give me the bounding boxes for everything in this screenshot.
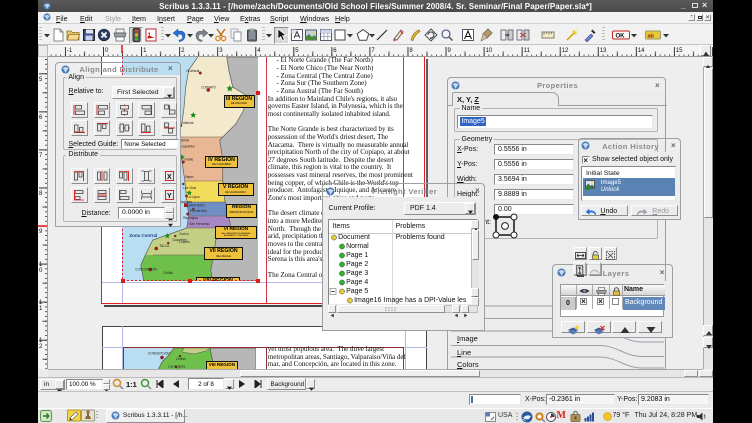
svg-text:Rancagua: Rancagua (183, 216, 198, 220)
svg-text:-1: -1 (67, 48, 73, 54)
svg-text:CONCEPCIÓN: CONCEPCIÓN (148, 351, 170, 356)
svg-text:Illapel: Illapel (185, 175, 194, 179)
svg-text:TALCA: TALCA (159, 244, 170, 248)
svg-text:Zona Central: Zona Central (129, 233, 157, 238)
svg-text:14: 14 (638, 48, 645, 54)
svg-text:CONCEPCIÓN: CONCEPCIÓN (135, 267, 157, 272)
svg-text:COPIAPÓ: COPIAPÓ (201, 85, 216, 90)
svg-text:SANTIAGO: SANTIAGO (188, 204, 205, 208)
svg-text:La Ligua: La Ligua (187, 195, 199, 199)
svg-text:15: 15 (676, 48, 683, 54)
svg-text:Los Vilos: Los Vilos (183, 186, 196, 190)
svg-text:13: 13 (600, 48, 607, 54)
svg-text:Puente Alto: Puente Alto (190, 209, 207, 213)
svg-text:Los Angeles: Los Angeles (168, 365, 186, 369)
svg-text:Coquimbo: Coquimbo (180, 145, 195, 149)
svg-text:10: 10 (486, 48, 493, 54)
svg-text:Chillán: Chillán (176, 357, 186, 361)
svg-text:Ovalle: Ovalle (184, 158, 193, 162)
svg-text:Linares: Linares (179, 240, 190, 244)
svg-text:San Fernando: San Fernando (189, 222, 209, 226)
svg-text:12: 12 (562, 48, 569, 54)
svg-text:OK: OK (616, 34, 626, 40)
svg-text:11: 11 (524, 48, 531, 54)
svg-text:Chañaral: Chañaral (186, 69, 199, 73)
svg-text:ab: ab (648, 34, 655, 40)
svg-text:Chillán: Chillán (163, 271, 173, 275)
svg-text:Vallenar: Vallenar (182, 121, 194, 125)
svg-text:Curicó: Curicó (179, 232, 188, 236)
